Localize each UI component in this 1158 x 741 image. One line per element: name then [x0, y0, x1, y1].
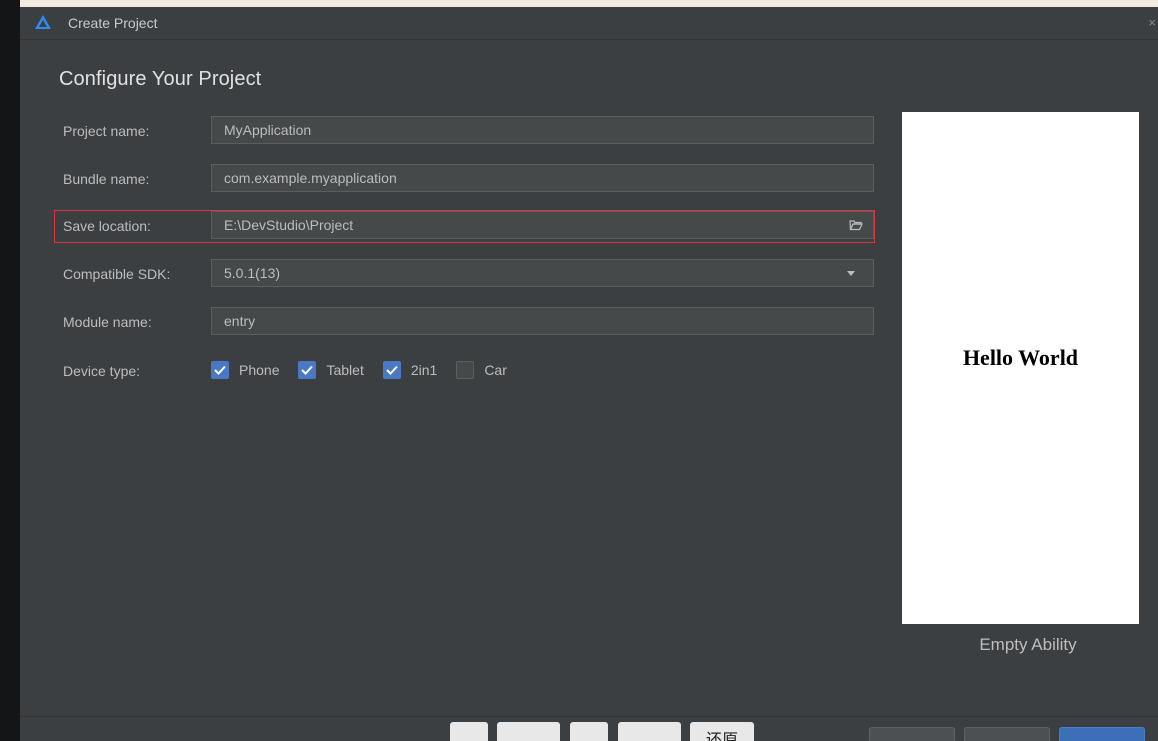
- taskbar-button-2[interactable]: [497, 722, 560, 741]
- project-name-input[interactable]: MyApplication: [211, 116, 874, 144]
- taskbar-button-1[interactable]: [450, 722, 488, 741]
- taskbar-button-3[interactable]: [570, 722, 608, 741]
- taskbar-button-4[interactable]: [618, 722, 681, 741]
- device-label-phone: Phone: [239, 362, 280, 378]
- checkbox-2in1[interactable]: [382, 361, 401, 379]
- preview-hello-text: Hello World: [962, 345, 1079, 370]
- device-option-tablet[interactable]: Tablet: [298, 361, 364, 379]
- compatible-sdk-select[interactable]: 5.0.1(13): [211, 259, 874, 287]
- checkbox-tablet[interactable]: [298, 361, 317, 379]
- module-name-label: Module name:: [63, 314, 152, 330]
- device-option-2in1[interactable]: 2in1: [382, 361, 438, 379]
- close-icon[interactable]: ×: [1148, 15, 1156, 30]
- title-bar: Create Project ×: [20, 7, 1158, 40]
- device-type-options: Phone Tablet 2in1 Car: [211, 359, 526, 381]
- device-option-phone[interactable]: Phone: [211, 361, 279, 379]
- window-title: Create Project: [68, 15, 158, 31]
- compatible-sdk-row: Compatible SDK: 5.0.1(13): [20, 259, 920, 289]
- bundle-name-input[interactable]: com.example.myapplication: [211, 164, 874, 192]
- checkbox-phone[interactable]: [211, 361, 229, 379]
- checkbox-car[interactable]: [456, 361, 475, 379]
- device-label-car: Car: [484, 362, 507, 378]
- compatible-sdk-value: 5.0.1(13): [224, 265, 281, 281]
- project-name-row: Project name: MyApplication: [20, 116, 920, 146]
- save-location-highlight: [54, 210, 875, 243]
- chevron-down-icon: [847, 271, 855, 276]
- taskbar-button-restore[interactable]: 还原: [690, 722, 754, 741]
- footer-button-cancel[interactable]: [869, 727, 955, 741]
- template-name: Empty Ability: [979, 635, 1077, 654]
- module-name-input[interactable]: entry: [211, 307, 874, 335]
- deveco-logo-icon: [35, 15, 51, 29]
- page-title: Configure Your Project: [59, 68, 262, 90]
- device-label-tablet: Tablet: [326, 362, 364, 378]
- background-left-edge: [0, 0, 20, 741]
- create-project-dialog: Create Project × Configure Your Project …: [20, 7, 1158, 741]
- compatible-sdk-label: Compatible SDK:: [63, 266, 171, 282]
- device-option-car[interactable]: Car: [456, 361, 507, 379]
- footer-button-previous[interactable]: [964, 727, 1050, 741]
- bundle-name-row: Bundle name: com.example.myapplication: [20, 164, 920, 194]
- footer-button-finish[interactable]: [1059, 727, 1145, 741]
- project-name-label: Project name:: [63, 123, 150, 139]
- device-label-2in1: 2in1: [410, 362, 438, 378]
- template-preview: Hello World: [902, 112, 1139, 624]
- bundle-name-label: Bundle name:: [63, 171, 150, 187]
- module-name-row: Module name: entry: [20, 307, 920, 337]
- device-type-label: Device type:: [63, 363, 141, 379]
